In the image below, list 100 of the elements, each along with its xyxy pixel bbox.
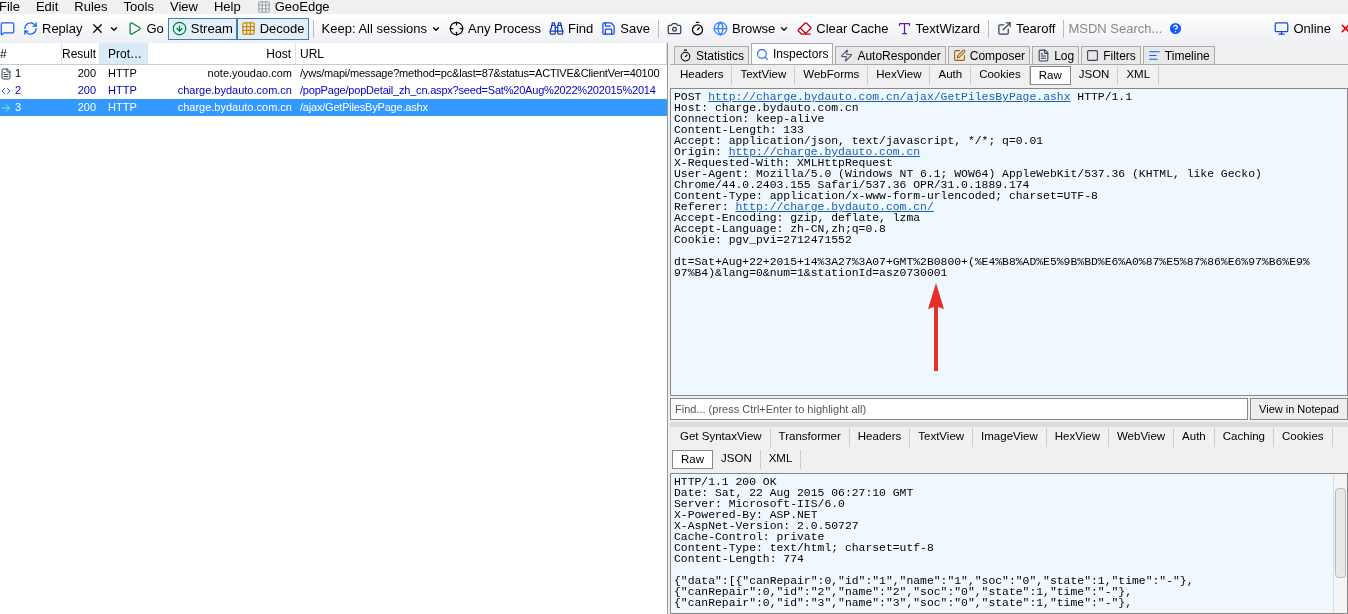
response-line: X-Powered-By: ASP.NET bbox=[674, 510, 819, 521]
tab[interactable]: Transformer bbox=[770, 428, 850, 447]
toolbar-button[interactable]: Any Process bbox=[445, 17, 546, 40]
table-cell-text: /yws/mapi/message?method=pc&last=87&status=ACTIVE&ClientVer=40100 bbox=[299, 66, 660, 82]
tab[interactable]: Headers bbox=[672, 66, 733, 85]
link[interactable]: http://charge.bydauto.com.cn bbox=[728, 146, 921, 158]
search-icon bbox=[549, 21, 565, 36]
toolbar-button[interactable]: Tearoff bbox=[992, 17, 1060, 40]
find-field[interactable]: Find... (press Ctrl+Enter to highlight all) bbox=[670, 398, 1248, 420]
menu-item[interactable]: Rules bbox=[74, 0, 108, 14]
online-button[interactable]: Online bbox=[1274, 18, 1339, 39]
tab[interactable]: XML bbox=[760, 450, 802, 469]
tab[interactable]: Headers bbox=[849, 428, 911, 447]
toolbar-button[interactable]: Clear Cache bbox=[793, 17, 893, 40]
tab[interactable]: HexView bbox=[1046, 428, 1109, 447]
column-header[interactable]: Prot… bbox=[100, 43, 148, 64]
response-line: X-AspNet-Version: 2.0.50727 bbox=[674, 521, 860, 532]
toolbar-button[interactable]: Save bbox=[597, 17, 654, 40]
request-line: dt=Sat+Aug+22+2015+14%3A27%3A07+GMT%2B0800+(%E4%B8%AD%E5%9B%BD%E6%A0%87%E5%87%86%E6%97%B6%E9% bbox=[674, 257, 1311, 268]
request-line: Connection: keep-alive bbox=[674, 114, 826, 125]
tab[interactable]: Raw bbox=[1029, 66, 1071, 85]
toolbar-button[interactable]: Find bbox=[545, 17, 598, 40]
tab[interactable]: Auth bbox=[930, 66, 972, 85]
response-line: {"canRepair":0,"id":"3","name":"3","soc":"0","state":1,"time":"-"}, bbox=[674, 598, 1133, 609]
tab[interactable]: WebForms bbox=[795, 66, 869, 85]
session-row[interactable]: 2 200 HTTP charge.bydauto.com.cn /popPage/popDetail_zh_cn.aspx?seed=Sat%20Aug%2022%202015%2014 bbox=[0, 82, 667, 99]
tab[interactable]: Filters bbox=[1081, 46, 1141, 64]
scrollbar[interactable] bbox=[1333, 474, 1347, 613]
tab[interactable]: Get SyntaxView bbox=[672, 428, 771, 447]
help-icon[interactable] bbox=[1168, 21, 1184, 36]
request-line: POST http://charge.bydauto.com.cn/ajax/GetPilesByPage.ashx HTTP/1.1 bbox=[674, 92, 1133, 103]
menu-item[interactable]: Edit bbox=[35, 0, 59, 14]
table-cell-text: 2 bbox=[15, 83, 22, 99]
tab[interactable]: Inspectors bbox=[751, 43, 834, 64]
column-header[interactable]: URL bbox=[296, 43, 667, 64]
table-cell-text: charge.bydauto.com.cn bbox=[176, 100, 293, 116]
tab[interactable]: Cookies bbox=[1274, 428, 1333, 447]
table-cell-text: 1 bbox=[15, 66, 22, 82]
tab[interactable]: WebView bbox=[1108, 428, 1175, 447]
response-line: Content-Length: 774 bbox=[674, 554, 805, 565]
toolbar-button[interactable]: Replay bbox=[19, 17, 87, 40]
request-line: Accept: application/json, text/javascript, */*; q=0.01 bbox=[674, 136, 1045, 147]
column-header[interactable]: # bbox=[0, 43, 62, 64]
menu-item[interactable]: Help bbox=[213, 0, 241, 14]
pencil-icon bbox=[952, 49, 966, 62]
request-line: Accept-Encoding: gzip, deflate, lzma bbox=[674, 213, 922, 224]
menu-item[interactable]: Tools bbox=[123, 0, 154, 14]
checkbox-icon bbox=[1086, 49, 1100, 62]
tab[interactable]: Statistics bbox=[674, 46, 749, 64]
toolbar-button[interactable]: TextWizard bbox=[892, 17, 984, 40]
toolbar-button[interactable]: Browse bbox=[708, 17, 794, 40]
toolbar-button[interactable]: Go bbox=[123, 17, 168, 40]
response-line: Cache-Control: private bbox=[674, 532, 826, 543]
toolbar-button[interactable]: Stream bbox=[167, 17, 237, 40]
timer-icon bbox=[679, 49, 692, 62]
table-cell-text: /ajax/GetPilesByPage.ashx bbox=[299, 100, 428, 116]
table-cell-text: /popPage/popDetail_zh_cn.aspx?seed=Sat%20Aug%2022%202015%2014 bbox=[299, 83, 656, 99]
letter-t-icon bbox=[896, 21, 912, 36]
tab[interactable]: TextView bbox=[910, 428, 974, 447]
menu-item[interactable]: File bbox=[0, 0, 20, 14]
tab[interactable]: AutoResponder bbox=[835, 46, 946, 64]
tab[interactable]: Raw bbox=[672, 450, 713, 469]
menu-item[interactable]: View bbox=[169, 0, 198, 14]
save-icon bbox=[601, 21, 617, 36]
tab[interactable]: TextView bbox=[732, 66, 796, 85]
table-cell-text: 200 bbox=[76, 83, 97, 99]
view-in-notepad-button[interactable]: View in Notepad bbox=[1250, 398, 1348, 420]
request-line: X-Requested-With: XMLHttpRequest bbox=[674, 158, 894, 169]
tab[interactable]: JSON bbox=[713, 450, 761, 469]
tab[interactable]: Cookies bbox=[971, 66, 1030, 85]
tab[interactable]: Caching bbox=[1214, 428, 1274, 447]
table-cell-text: HTTP bbox=[107, 83, 138, 99]
link[interactable]: http://charge.bydauto.com.cn/ bbox=[735, 201, 934, 213]
request-line: Host: charge.bydauto.com.cn bbox=[674, 103, 860, 114]
tab[interactable]: Auth bbox=[1174, 428, 1215, 447]
table-cell-text: 3 bbox=[15, 100, 22, 116]
replay-icon bbox=[23, 21, 38, 36]
tab[interactable]: Log bbox=[1032, 46, 1080, 64]
request-line: Chrome/44.0.2403.155 Safari/537.36 OPR/31.0.1889.174 bbox=[674, 180, 1031, 191]
search-field[interactable]: MSDN Search... bbox=[1068, 18, 1165, 39]
lightning-icon bbox=[840, 49, 854, 62]
link[interactable]: http://charge.bydauto.com.cn/ajax/GetPilesByPage.ashx bbox=[708, 91, 1071, 103]
table-cell-text: 200 bbox=[76, 66, 97, 82]
request-line: Origin: http://charge.bydauto.com.cn bbox=[674, 147, 922, 158]
tab[interactable]: XML bbox=[1118, 66, 1160, 85]
window-icon bbox=[996, 21, 1012, 36]
session-row[interactable]: 1 200 HTTP note.youdao.com /yws/mapi/message?method=pc&last=87&status=ACTIVE&ClientVer=40100 bbox=[0, 65, 667, 82]
toolbar-button[interactable]: Keep: All sessions bbox=[317, 17, 446, 40]
play-icon bbox=[127, 21, 143, 36]
tab[interactable]: Composer bbox=[947, 46, 1031, 64]
toolbar-button[interactable]: Decode bbox=[236, 17, 309, 40]
tab[interactable]: JSON bbox=[1070, 66, 1119, 85]
crosshair-icon bbox=[449, 21, 465, 36]
document-icon bbox=[1037, 49, 1051, 62]
document-icon bbox=[0, 67, 12, 80]
tab[interactable]: Timeline bbox=[1142, 46, 1215, 64]
menu-item[interactable]: GeoEdge bbox=[256, 0, 330, 14]
tab[interactable]: ImageView bbox=[973, 428, 1047, 447]
tab[interactable]: HexView bbox=[868, 66, 931, 85]
column-header[interactable]: Host bbox=[148, 43, 296, 64]
